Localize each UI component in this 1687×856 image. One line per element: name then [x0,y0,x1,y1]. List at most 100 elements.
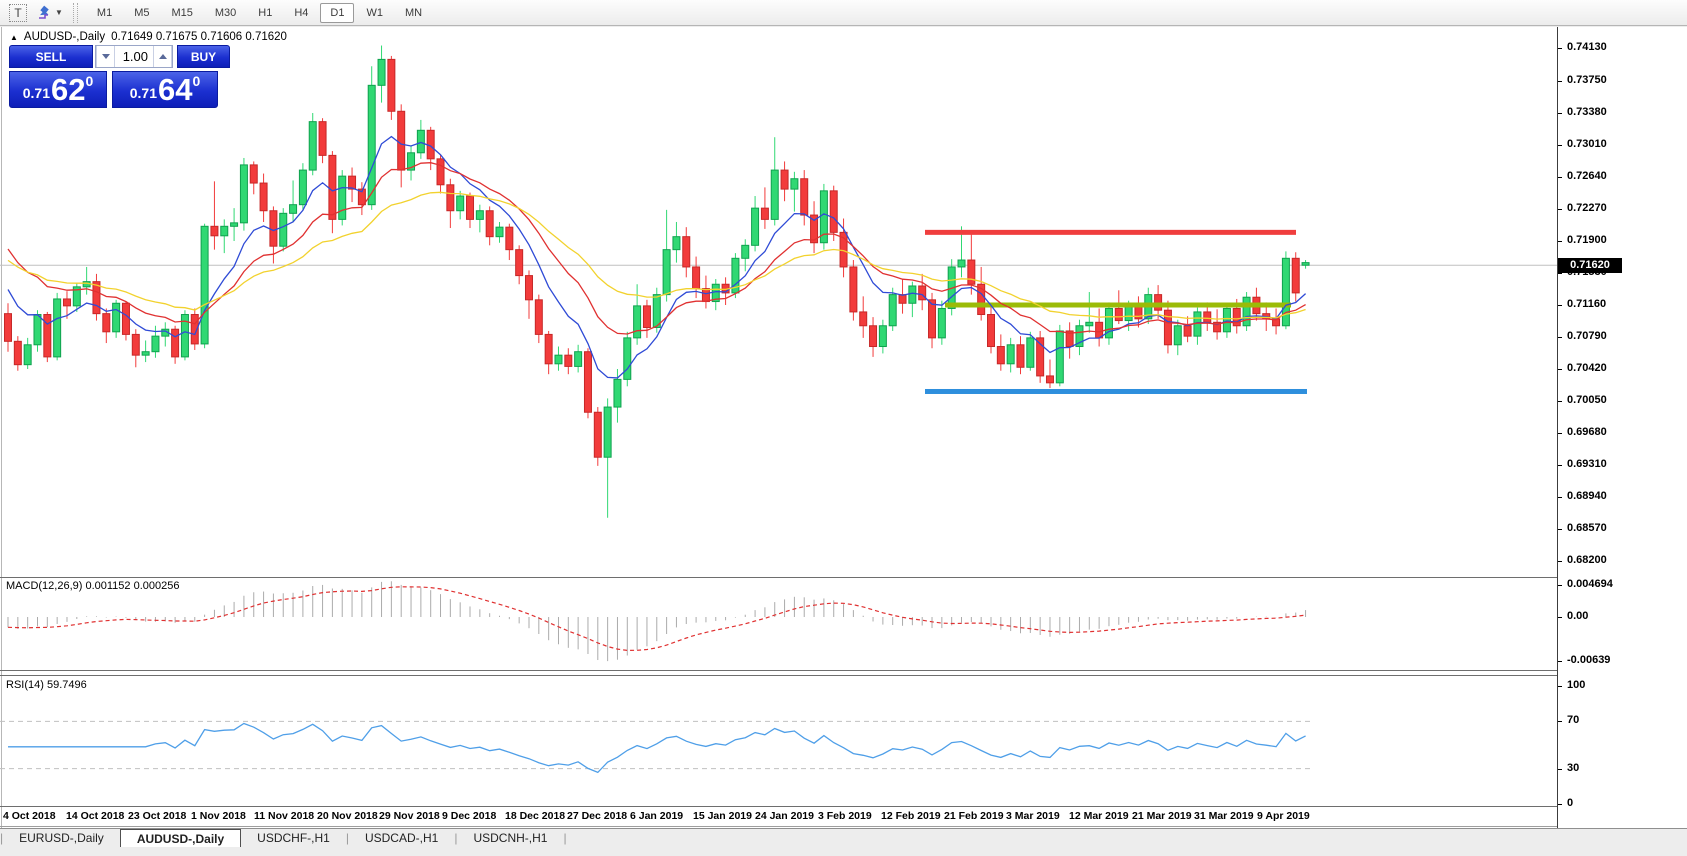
price-axis-tick [1558,209,1562,210]
price-axis-label: 0.68570 [1567,522,1607,534]
chart-tab-usdcadh1[interactable]: USDCAD-,H1 [349,829,454,847]
price-axis-tick [1558,369,1562,370]
price-axis-label: 0.69680 [1567,426,1607,438]
main-price-chart[interactable] [0,27,1557,577]
chart-tab-usdcnhh1[interactable]: USDCNH-,H1 [457,829,563,847]
price-axis-label: 0.72270 [1567,202,1607,214]
time-axis-label: 20 Nov 2018 [317,810,378,822]
spinner-down-icon [102,54,110,59]
one-click-trading-panel: SELL 1.00 BUY 0.71 62 0 0.71 64 0 [9,45,230,108]
time-axis-label: 29 Nov 2018 [379,810,440,822]
price-axis-tick [1558,113,1562,114]
time-axis-label: 3 Feb 2019 [818,810,872,822]
price-axis-label: 0.71900 [1567,234,1607,246]
volume-decrease-button[interactable] [96,46,115,67]
buy-price-box[interactable]: 0.71 64 0 [112,71,218,108]
time-axis-label: 24 Jan 2019 [755,810,814,822]
timeframe-button-d1[interactable]: D1 [320,3,354,23]
time-axis-label: 11 Nov 2018 [254,810,314,822]
rsi-axis-tick [1558,686,1562,687]
price-axis-label: 0.71160 [1567,298,1606,310]
mt4-application: T ▼ M1M5M15M30H1H4D1W1MN ▲ AUDUSD-,Daily… [0,0,1687,856]
time-axis-label: 3 Mar 2019 [1006,810,1060,822]
timeframe-button-w1[interactable]: W1 [356,3,393,23]
price-axis-tick [1558,241,1562,242]
price-axis-label: 0.72640 [1567,170,1607,182]
rsi-axis-tick [1558,721,1562,722]
time-axis-label: 12 Mar 2019 [1069,810,1129,822]
time-axis-label: 18 Dec 2018 [505,810,565,822]
hline-support-blue[interactable] [925,389,1307,394]
sell-price-box[interactable]: 0.71 62 0 [9,71,107,108]
rsi-axis-tick [1558,804,1562,805]
price-axis-tick [1558,401,1562,402]
rsi-axis-tick [1558,769,1562,770]
chart-tabs-bar: |EURUSD-,DailyAUDUSD-,DailyUSDCHF-,H1|US… [0,828,1687,847]
time-axis-label: 12 Feb 2019 [881,810,941,822]
rsi-axis-label: 70 [1567,714,1579,726]
current-price-badge: 0.71620 [1558,258,1622,273]
price-axis-tick [1558,305,1562,306]
chart-title: ▲ AUDUSD-,Daily 0.71649 0.71675 0.71606 … [10,31,287,43]
dropdown-caret-icon: ▼ [55,8,63,17]
price-axis-tick [1558,337,1562,338]
chart-tab-usdchfh1[interactable]: USDCHF-,H1 [241,829,346,847]
macd-indicator-label: MACD(12,26,9) 0.001152 0.000256 [6,580,179,592]
price-axis-tick [1558,529,1562,530]
hline-resistance-red[interactable] [925,230,1296,235]
buy-button[interactable]: BUY [177,45,230,68]
rsi-indicator-label: RSI(14) 59.7496 [6,679,87,691]
chart-window: ▲ AUDUSD-,Daily 0.71649 0.71675 0.71606 … [0,27,1687,828]
rsi-line [8,724,1306,773]
rsi-axis-label: 100 [1567,679,1585,691]
text-tool-button[interactable]: T [6,2,30,24]
macd-axis-label: 0.00 [1567,610,1588,622]
timeframe-button-mn[interactable]: MN [395,3,432,23]
collapse-panel-icon[interactable]: ▲ [10,33,18,42]
time-axis-label: 6 Jan 2019 [630,810,683,822]
price-axis[interactable]: 0.741300.737500.733800.730100.726400.722… [1557,27,1687,828]
volume-input[interactable]: 1.00 [115,46,153,67]
rsi-panel-chart[interactable] [0,676,1557,806]
sell-price-pips: 62 [51,75,85,105]
window-bottom-border [0,826,1557,827]
timeframe-button-m1[interactable]: M1 [87,3,122,23]
price-axis-label: 0.74130 [1567,41,1607,53]
price-axis-tick [1558,561,1562,562]
time-axis-label: 21 Mar 2019 [1132,810,1192,822]
macd-axis-label: -0.00639 [1567,654,1610,666]
macd-axis-tick [1558,585,1562,586]
sell-price-point: 0 [85,73,93,89]
price-axis-label: 0.73750 [1567,74,1607,86]
arrange-indicators-button[interactable]: ▼ [36,2,63,24]
chart-tab-audusddaily[interactable]: AUDUSD-,Daily [120,829,241,847]
timeframe-button-m30[interactable]: M30 [205,3,246,23]
panel-separator[interactable] [0,670,1557,671]
spinner-up-icon [159,54,167,59]
time-axis[interactable]: 4 Oct 201814 Oct 201823 Oct 20181 Nov 20… [0,808,1557,826]
time-axis-label: 9 Dec 2018 [442,810,496,822]
timeframe-button-m5[interactable]: M5 [124,3,159,23]
rsi-axis-label: 0 [1567,797,1573,809]
timeframe-button-h1[interactable]: H1 [248,3,282,23]
time-axis-label: 15 Jan 2019 [693,810,752,822]
time-axis-label: 4 Oct 2018 [3,810,56,822]
price-axis-label: 0.70050 [1567,394,1607,406]
price-axis-tick [1558,465,1562,466]
price-axis-label: 0.69310 [1567,458,1607,470]
macd-panel-chart[interactable] [0,578,1557,670]
timeframe-button-h4[interactable]: H4 [284,3,318,23]
sell-button[interactable]: SELL [9,45,93,68]
chart-tab-eurusddaily[interactable]: EURUSD-,Daily [3,829,120,847]
timeframe-button-m15[interactable]: M15 [161,3,202,23]
volume-increase-button[interactable] [153,46,172,67]
toolbar-grip [73,3,78,23]
price-axis-label: 0.68200 [1567,554,1607,566]
macd-histogram [8,581,1306,661]
time-axis-label: 1 Nov 2018 [191,810,246,822]
buy-price-point: 0 [192,73,200,89]
candles-layer [5,46,1310,518]
hline-pivot-olive[interactable] [945,303,1291,308]
panel-separator [0,806,1557,807]
price-axis-tick [1558,273,1562,274]
